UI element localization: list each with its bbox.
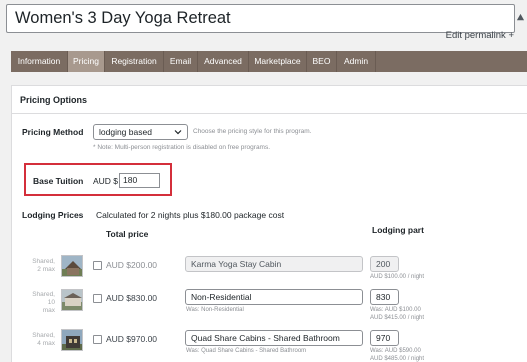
tab-information[interactable]: Information (11, 51, 67, 72)
chevron-down-icon (174, 130, 182, 135)
pricing-method-value: lodging based (99, 127, 152, 137)
room-lodging-part-input[interactable]: 830 (370, 289, 399, 305)
room-name-input[interactable]: Karma Yoga Stay Cabin (185, 256, 363, 272)
tab-beo[interactable]: BEO (307, 51, 336, 72)
cabin-photo-icon (61, 255, 83, 277)
room-part-note: Was: AUD $100.00 (370, 307, 421, 313)
lodging-prices-label: Lodging Prices (22, 210, 84, 220)
tab-admin[interactable]: Admin (337, 51, 375, 72)
room-shared-label: Shared, 10 max (32, 291, 55, 314)
base-tuition-label: Base Tuition (33, 176, 84, 186)
room-name-note: Was: Non-Residential (186, 307, 244, 313)
room-total-price: AUD $200.00 (106, 260, 158, 270)
lodging-part-header: Lodging part (372, 225, 424, 235)
edit-permalink-link[interactable]: Edit permalink + (446, 30, 514, 41)
room-lodging-part-input[interactable]: 970 (370, 330, 399, 346)
room-total-price: AUD $970.00 (106, 334, 158, 344)
pricing-method-help: Choose the pricing style for this progra… (193, 128, 312, 135)
pricing-panel: Pricing Options Pricing Method lodging b… (11, 85, 527, 362)
room-part-per-night: AUD $485.00 / night (370, 356, 425, 362)
room-name-input[interactable]: Non-Residential (185, 289, 363, 305)
room-lodging-part-input[interactable]: 200 (370, 256, 399, 272)
room-checkbox[interactable] (93, 294, 102, 303)
multi-person-note: * Note: Multi-person registration is dis… (93, 144, 271, 151)
tab-advanced[interactable]: Advanced (198, 51, 248, 72)
panel-header: Pricing Options (12, 86, 527, 114)
cabin-photo-icon (61, 289, 83, 311)
room-name-input[interactable]: Quad Share Cabins - Shared Bathroom (185, 330, 363, 346)
room-part-note: Was: AUD $590.00 (370, 348, 421, 354)
room-shared-label: Shared, 4 max (32, 332, 55, 347)
pricing-method-select[interactable]: lodging based (93, 124, 188, 140)
lodging-summary: Calculated for 2 nights plus $180.00 pac… (96, 210, 285, 220)
room-part-per-night: AUD $415.00 / night (370, 315, 425, 321)
cabin-photo-icon (61, 329, 83, 351)
tuition-currency: AUD $ (93, 176, 119, 186)
program-title-input[interactable]: Women's 3 Day Yoga Retreat (6, 4, 515, 33)
room-total-price: AUD $830.00 (106, 293, 158, 303)
triangle-up-icon[interactable] (516, 13, 525, 22)
tab-marketplace[interactable]: Marketplace (249, 51, 306, 72)
total-price-header: Total price (106, 229, 149, 239)
room-part-note: AUD $100.00 / night (370, 274, 425, 280)
pricing-method-label: Pricing Method (22, 127, 84, 137)
room-checkbox[interactable] (93, 335, 102, 344)
tab-email[interactable]: Email (164, 51, 197, 72)
tab-bar: Information Pricing Registration Email A… (11, 51, 527, 72)
room-name-note: Was: Quad Share Cabins - Shared Bathroom (186, 348, 307, 354)
room-checkbox[interactable] (93, 261, 102, 270)
tab-registration[interactable]: Registration (105, 51, 163, 72)
base-tuition-input[interactable]: 180 (119, 173, 160, 188)
room-shared-label: Shared, 2 max (32, 258, 55, 273)
section-title: Pricing Options (20, 95, 88, 105)
tab-pricing[interactable]: Pricing (68, 51, 104, 72)
